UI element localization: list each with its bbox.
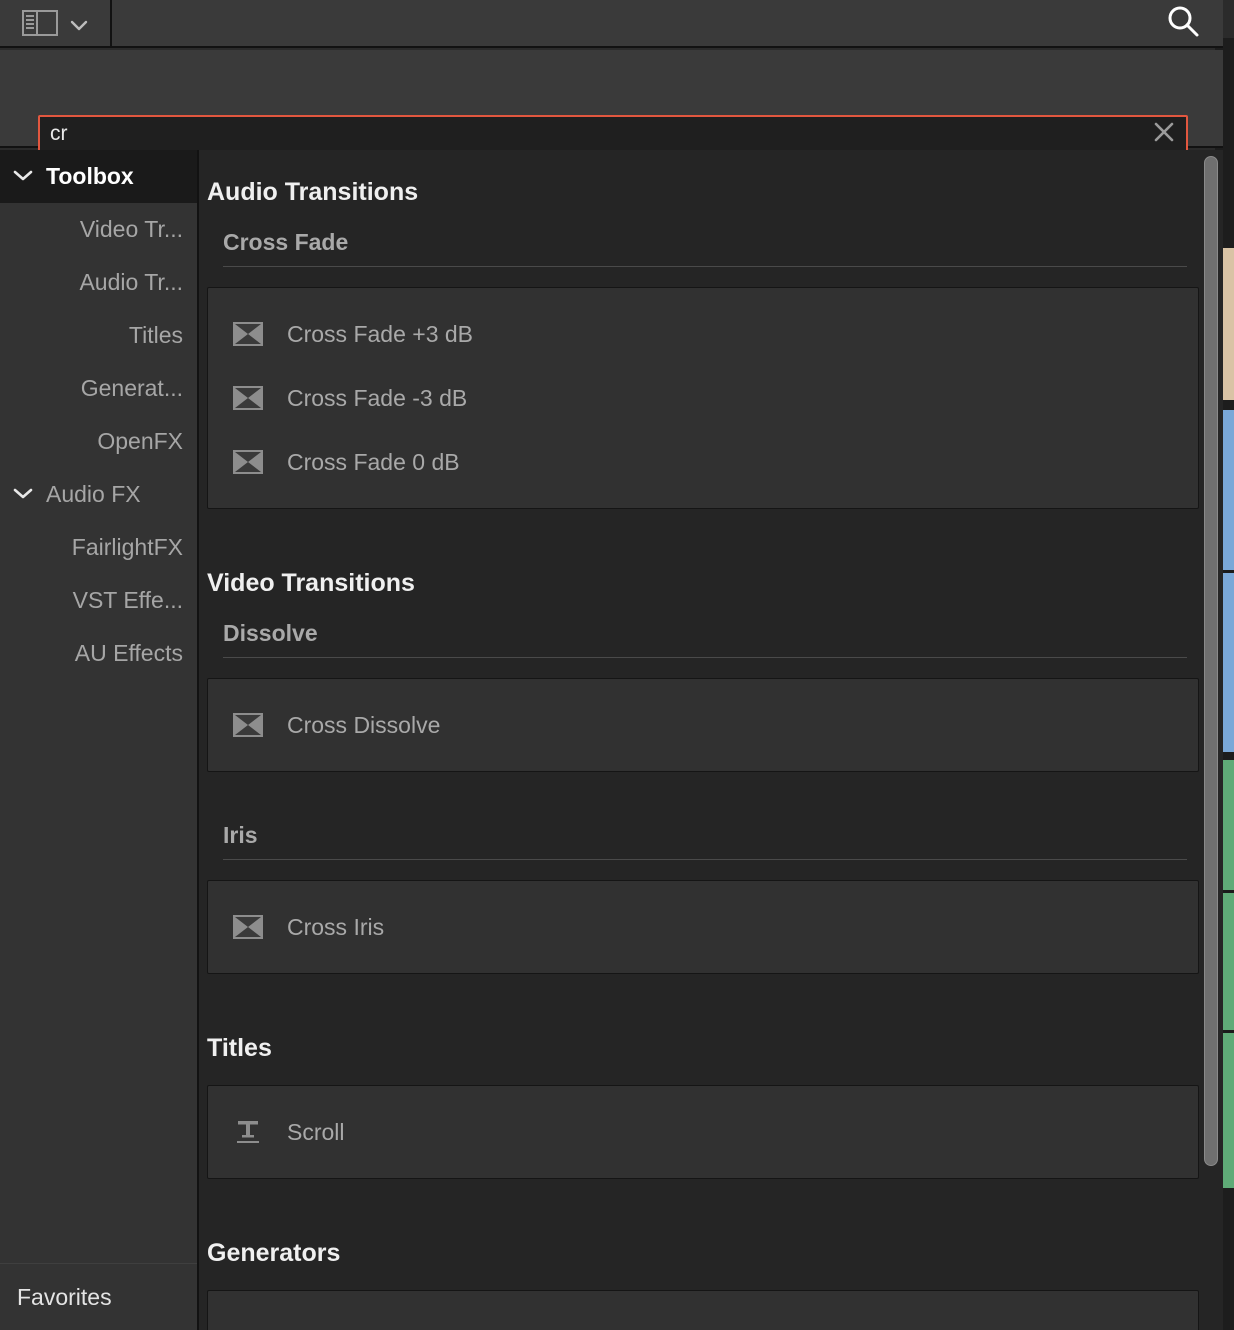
category-title: Generators <box>207 1239 341 1267</box>
search-icon <box>1166 4 1200 43</box>
transition-bowtie-icon <box>233 386 263 410</box>
title-text-icon <box>233 1120 263 1144</box>
sidebar-item-video-tr[interactable]: Video Tr... <box>0 203 197 256</box>
search-toggle-button[interactable] <box>1143 0 1223 46</box>
effect-label: Cross Dissolve <box>287 711 441 738</box>
disclosure-toggle[interactable] <box>0 486 46 504</box>
group-gap <box>199 772 1199 818</box>
transition-bowtie-icon <box>233 713 263 737</box>
effects-sidebar: Toolbox Video Tr... Audio Tr... Titles Gener… <box>0 150 199 1330</box>
effect-label: Cross Fade -3 dB <box>287 384 468 411</box>
sidebar-item-label: OpenFX <box>97 428 183 454</box>
effect-list-item[interactable]: Scroll <box>208 1100 1198 1164</box>
subcategory-divider <box>223 266 1187 267</box>
sidebar-item-generat[interactable]: Generat... <box>0 362 197 415</box>
vertical-scroll-thumb[interactable] <box>1204 156 1218 1166</box>
sidebar-item-openfx[interactable]: OpenFX <box>0 415 197 468</box>
effect-label: Cross Iris <box>287 913 385 940</box>
sidebar-item-audio-tr[interactable]: Audio Tr... <box>0 256 197 309</box>
sidebar-item-au-effects[interactable]: AU Effects <box>0 627 197 680</box>
clear-search-button[interactable] <box>1142 117 1186 151</box>
effect-list-item[interactable]: Cross Fade 0 dB <box>208 430 1198 494</box>
sidebar-item-label: Audio Tr... <box>79 269 183 295</box>
subcategory-title: Iris <box>223 822 258 848</box>
subcategory-divider <box>223 859 1187 860</box>
sidebar-list: Toolbox Video Tr... Audio Tr... Titles Gener… <box>0 150 197 680</box>
results-scrollbar[interactable] <box>1199 150 1223 1330</box>
effect-label: Cross Fade +3 dB <box>287 320 474 347</box>
effect-group-box: Cross Iris <box>207 880 1199 974</box>
results-container: Audio Transitions Cross Fade Cross Fade +3… <box>199 150 1199 1330</box>
sidebar-item-label: VST Effe... <box>72 587 183 613</box>
effect-label: Scroll <box>287 1118 345 1145</box>
transition-bowtie-icon <box>233 322 263 346</box>
search-field-wrapper[interactable] <box>38 115 1188 153</box>
subcategory-divider <box>223 657 1187 658</box>
search-input[interactable] <box>40 122 1142 146</box>
chevron-down-icon <box>70 18 88 30</box>
favorites-section: Favorites <box>0 1263 197 1330</box>
panel-list-layout-icon <box>22 10 58 36</box>
sidebar-item-label: Audio FX <box>46 481 141 507</box>
effect-list-item[interactable]: Cross Iris <box>208 895 1198 959</box>
sidebar-item-titles[interactable]: Titles <box>0 309 197 362</box>
transition-bowtie-icon <box>233 450 263 474</box>
panel-toolbar <box>0 0 1223 48</box>
effects-results-list[interactable]: Audio Transitions Cross Fade Cross Fade +3… <box>199 150 1223 1330</box>
sidebar-item-fairlightfx[interactable]: FairlightFX <box>0 521 197 574</box>
effect-list-item[interactable]: Cross Fade +3 dB <box>208 302 1198 366</box>
panel-body: Toolbox Video Tr... Audio Tr... Titles Gener… <box>0 150 1223 1330</box>
effects-library-panel: Toolbox Video Tr... Audio Tr... Titles Gener… <box>0 0 1234 1330</box>
sidebar-item-toolbox[interactable]: Toolbox <box>0 150 197 203</box>
close-x-icon <box>1153 121 1175 148</box>
sidebar-item-label: AU Effects <box>74 640 183 666</box>
sidebar-item-label: Generat... <box>80 375 183 401</box>
effect-group-box: Cross Dissolve <box>207 678 1199 772</box>
panel-layout-button[interactable] <box>0 0 112 46</box>
sidebar-item-favorites[interactable]: Favorites <box>0 1264 197 1330</box>
search-row <box>0 50 1223 153</box>
disclosure-toggle[interactable] <box>0 168 46 186</box>
effect-group-box <box>207 1290 1199 1330</box>
effect-list-item[interactable]: Cross Dissolve <box>208 693 1198 757</box>
sidebar-item-label: Titles <box>128 322 183 348</box>
transition-bowtie-icon <box>233 915 263 939</box>
effect-group-box: Scroll <box>207 1085 1199 1179</box>
sidebar-item-label: Video Tr... <box>79 216 183 242</box>
sidebar-item-audio-fx[interactable]: Audio FX <box>0 468 197 521</box>
subcategory-title: Cross Fade <box>223 229 349 255</box>
sidebar-item-label: Toolbox <box>46 163 134 189</box>
sidebar-item-label: FairlightFX <box>71 534 183 560</box>
effect-list-item[interactable]: Cross Fade -3 dB <box>208 366 1198 430</box>
subcategory-title: Dissolve <box>223 620 318 646</box>
sidebar-item-vst-effe[interactable]: VST Effe... <box>0 574 197 627</box>
sidebar-item-label: Favorites <box>17 1283 112 1310</box>
effect-label: Cross Fade 0 dB <box>287 448 460 475</box>
category-title: Audio Transitions <box>207 178 419 206</box>
chevron-down-icon <box>13 486 33 504</box>
effect-group-box: Cross Fade +3 dB Cross Fade -3 dB Cross Fa… <box>207 287 1199 509</box>
category-title: Video Transitions <box>207 569 415 597</box>
category-title: Titles <box>207 1034 272 1062</box>
chevron-down-icon <box>13 168 33 186</box>
